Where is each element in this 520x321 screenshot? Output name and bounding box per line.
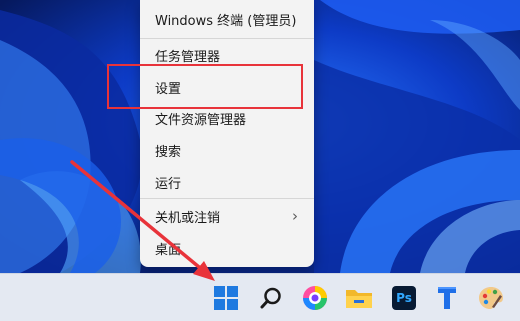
menu-item-label: Windows 终端 (管理员) [155,13,297,29]
menu-item-search[interactable]: 搜索 [140,135,314,165]
menu-separator [140,38,314,39]
chevron-right-icon: › [292,207,298,225]
typora-icon[interactable] [432,283,462,313]
search-icon[interactable] [256,283,286,313]
menu-item-label: 关机或注销 [155,210,221,226]
menu-item-label: 任务管理器 [155,49,221,65]
browser-icon[interactable] [300,283,330,313]
taskbar: Ps [0,273,520,321]
photoshop-icon[interactable]: Ps [389,283,419,313]
menu-item-label: 文件资源管理器 [155,112,247,128]
winx-context-menu: Windows 终端 (管理员) 任务管理器 设置 文件资源管理器 搜索 运行 … [140,0,314,267]
menu-item-run[interactable]: 运行 [140,167,314,197]
windows-start-icon[interactable] [211,283,241,313]
menu-separator [140,198,314,199]
menu-item-shutdown-signout[interactable]: 关机或注销 › [140,201,314,231]
photoshop-label: Ps [396,291,412,305]
menu-item-label: 桌面 [155,242,182,258]
menu-item-label: 运行 [155,176,182,192]
paint-icon[interactable] [476,283,506,313]
menu-item-desktop[interactable]: 桌面 [140,233,314,263]
file-explorer-icon[interactable] [344,283,374,313]
menu-item-label: 搜索 [155,144,182,160]
highlight-box-settings [107,64,303,109]
menu-item-windows-terminal-admin[interactable]: Windows 终端 (管理员) [140,4,314,34]
